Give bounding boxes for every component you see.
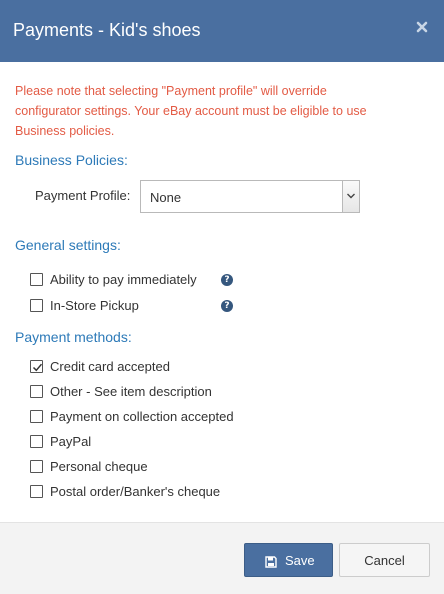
general-settings-heading: General settings: — [15, 237, 121, 253]
warning-line: configurator settings. Your eBay account… — [15, 104, 367, 118]
pay-immediately-label: Ability to pay immediately — [50, 272, 197, 287]
payment-method-item[interactable]: Payment on collection accepted — [30, 408, 250, 426]
save-button[interactable]: Save — [244, 543, 333, 577]
dialog-title: Payments - Kid's shoes — [13, 20, 201, 40]
payment-method-item[interactable]: Personal cheque — [30, 458, 160, 476]
payment-method-item[interactable]: Credit card accepted — [30, 358, 210, 376]
cancel-label: Cancel — [364, 553, 405, 568]
warning-line: Please note that selecting "Payment prof… — [15, 84, 327, 98]
dialog-header: Payments - Kid's shoes — [0, 0, 444, 62]
option-in-store-pickup[interactable]: In-Store Pickup — [30, 297, 170, 315]
other-checkbox[interactable] — [30, 385, 43, 398]
chevron-down-icon[interactable] — [342, 181, 359, 212]
paypal-checkbox[interactable] — [30, 435, 43, 448]
paypal-label: PayPal — [50, 434, 92, 449]
payment-profile-value: None — [150, 190, 182, 205]
personal-cheque-label: Personal cheque — [50, 459, 148, 474]
cancel-button[interactable]: Cancel — [339, 543, 430, 577]
other-label: Other - See item description — [50, 384, 212, 399]
credit-card-checkbox[interactable] — [30, 360, 43, 373]
payment-method-item[interactable]: Other - See item description — [30, 383, 230, 401]
payment-method-item[interactable]: PayPal — [30, 433, 110, 451]
postal-order-label: Postal order/Banker's cheque — [50, 484, 221, 499]
floppy-disk-icon — [265, 555, 277, 573]
help-icon[interactable]: ? — [221, 300, 233, 312]
business-policies-heading: Business Policies: — [15, 152, 128, 168]
close-icon[interactable] — [416, 20, 430, 34]
save-label: Save — [285, 553, 315, 568]
payment-method-item[interactable]: Postal order/Banker's cheque — [30, 483, 240, 501]
pay-immediately-checkbox[interactable] — [30, 273, 43, 286]
in-store-pickup-label: In-Store Pickup — [50, 298, 139, 313]
postal-order-checkbox[interactable] — [30, 485, 43, 498]
payment-profile-select[interactable]: None — [140, 180, 360, 213]
help-icon[interactable]: ? — [221, 274, 233, 286]
in-store-pickup-checkbox[interactable] — [30, 299, 43, 312]
option-pay-immediately[interactable]: Ability to pay immediately — [30, 271, 240, 289]
payment-profile-label: Payment Profile: — [35, 188, 131, 203]
warning-line: Business policies. — [15, 124, 115, 138]
personal-cheque-checkbox[interactable] — [30, 460, 43, 473]
payment-methods-heading: Payment methods: — [15, 329, 132, 345]
payment-on-collection-label: Payment on collection accepted — [50, 409, 234, 424]
credit-card-label: Credit card accepted — [50, 359, 170, 374]
override-warning: Please note that selecting "Payment prof… — [15, 81, 420, 141]
payment-on-collection-checkbox[interactable] — [30, 410, 43, 423]
